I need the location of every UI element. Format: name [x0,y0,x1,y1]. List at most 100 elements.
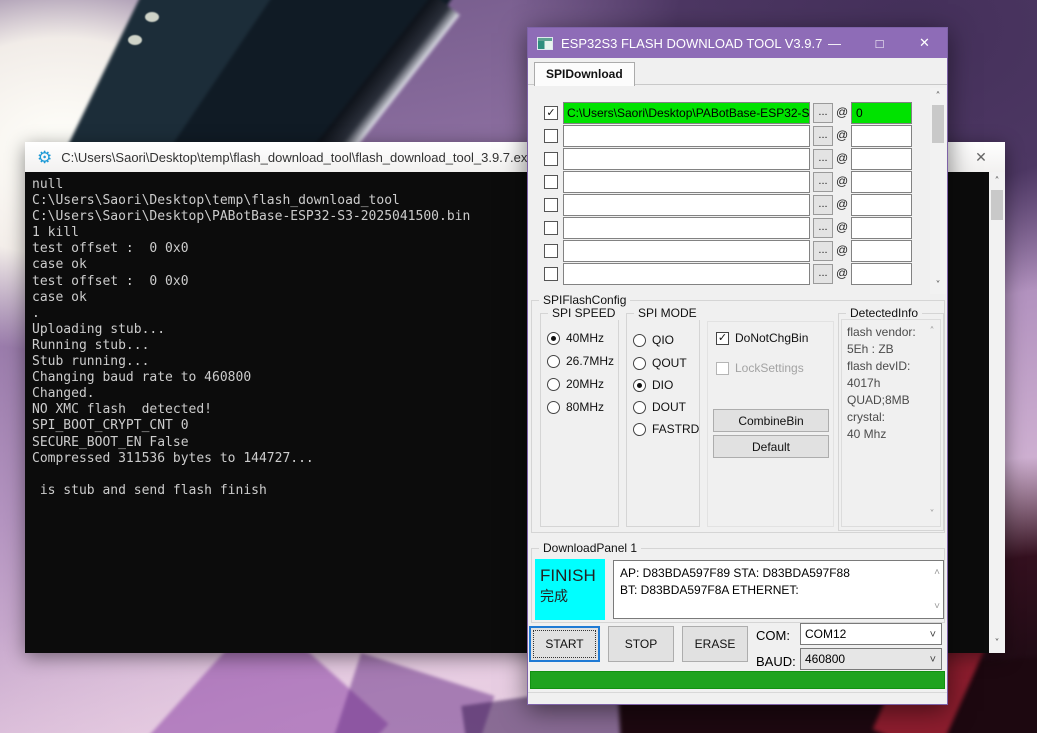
radio-label: QIO [652,333,674,347]
file-path-field[interactable] [563,240,810,262]
file-row-checkbox[interactable]: ✓ [544,106,558,120]
donotchgbin-checkbox[interactable]: ✓ DoNotChgBin [716,331,808,345]
spi-mode-label: SPI MODE [634,306,701,320]
radio-qout[interactable]: QOUT [633,356,687,370]
scroll-up-icon[interactable]: ˄ [930,89,946,104]
baud-label: BAUD: [756,654,796,669]
tab-spidownload[interactable]: SPIDownload [534,62,635,86]
browse-button[interactable]: ... [813,149,833,169]
at-label: @ [836,105,848,119]
file-row-checkbox[interactable]: ✓ [544,244,558,258]
scroll-up-icon[interactable]: ˄ [926,324,938,339]
detected-info-group: DetectedInfo flash vendor: 5Eh : ZB flas… [838,313,944,531]
erase-button[interactable]: ERASE [682,626,748,662]
scroll-up-icon[interactable]: ˄ [934,564,940,581]
radio-80mhz[interactable]: 80MHz [547,400,604,414]
file-row-checkbox[interactable]: ✓ [544,129,558,143]
browse-button[interactable]: ... [813,103,833,123]
radio-40mhz[interactable]: 40MHz [547,331,604,345]
radio-icon [633,423,646,436]
file-row-checkbox[interactable]: ✓ [544,152,558,166]
tab-strip: SPIDownload [528,59,947,85]
maximize-button[interactable]: □ [857,28,902,58]
radio-label: DIO [652,378,673,392]
at-label: @ [836,197,848,211]
radio-icon [547,378,560,391]
file-row-checkbox[interactable]: ✓ [544,267,558,281]
file-path-field[interactable] [563,194,810,216]
detected-line: flash devID: [847,358,938,375]
com-select[interactable]: COM12 ˅ [800,623,942,645]
browse-button[interactable]: ... [813,172,833,192]
baud-select[interactable]: 460800 ˅ [800,648,942,670]
at-label: @ [836,151,848,165]
offset-field[interactable] [851,263,912,285]
radio-20mhz[interactable]: 20MHz [547,377,604,391]
offset-field[interactable] [851,171,912,193]
file-path-field[interactable] [563,171,810,193]
detected-info-label: DetectedInfo [846,306,922,320]
radio-label: 40MHz [566,331,604,345]
detected-line: 5Eh : ZB [847,341,938,358]
file-path-field[interactable] [563,217,810,239]
scroll-up-icon[interactable]: ˄ [989,174,1005,189]
file-list-scrollbar[interactable]: ˄ ˅ [930,88,946,294]
radio-icon [633,379,646,392]
at-label: @ [836,220,848,234]
console-scrollbar[interactable]: ˄ ˅ [989,172,1005,653]
browse-button[interactable]: ... [813,218,833,238]
scroll-down-icon[interactable]: ˅ [926,507,938,522]
minimize-button[interactable]: — [812,28,857,58]
status-finish-box: FINISH 完成 [535,559,605,620]
locksettings-checkbox[interactable]: LockSettings [716,361,804,375]
offset-field[interactable] [851,125,912,147]
file-path-field[interactable] [563,148,810,170]
scroll-down-icon[interactable]: ˅ [989,636,1005,651]
file-path-field[interactable] [563,125,810,147]
file-row: ✓ ... @ [530,263,947,285]
status-finish-text: FINISH [540,566,605,586]
radio-dout[interactable]: DOUT [633,400,686,414]
close-button[interactable]: ✕ [902,28,947,58]
browse-button[interactable]: ... [813,126,833,146]
scrollbar-thumb[interactable] [932,105,944,143]
file-row: ✓ ... @ [530,148,947,170]
offset-field[interactable] [851,217,912,239]
offset-field[interactable]: 0 [851,102,912,124]
com-label: COM: [756,628,790,643]
mac-info-box[interactable]: AP: D83BDA597F89 STA: D83BDA597F88 BT: D… [613,560,944,619]
file-row-checkbox[interactable]: ✓ [544,175,558,189]
offset-field[interactable] [851,148,912,170]
radio-qio[interactable]: QIO [633,333,674,347]
radio-icon [547,355,560,368]
scroll-down-icon[interactable]: ˅ [930,278,946,293]
file-path-field[interactable]: C:\Users\Saori\Desktop\PABotBase-ESP32-S… [563,102,810,124]
scrollbar-thumb[interactable] [991,190,1003,220]
browse-button[interactable]: ... [813,195,833,215]
browse-button[interactable]: ... [813,264,833,284]
detected-line: 4017h [847,375,938,392]
tool-titlebar[interactable]: ESP32S3 FLASH DOWNLOAD TOOL V3.9.7 — □ ✕ [528,28,947,58]
console-title: C:\Users\Saori\Desktop\temp\flash_downlo… [61,150,534,165]
default-button[interactable]: Default [713,435,829,458]
console-close-button[interactable]: ✕ [965,142,997,172]
offset-field[interactable] [851,240,912,262]
radio-fastrd[interactable]: FASTRD [633,422,699,436]
radio-label: 26.7MHz [566,354,614,368]
combinebin-button[interactable]: CombineBin [713,409,829,432]
start-button[interactable]: START [529,626,600,662]
scroll-down-icon[interactable]: ˅ [934,598,940,615]
radio-26_7mhz[interactable]: 26.7MHz [547,354,614,368]
file-row: ✓ ... @ [530,217,947,239]
file-path-field[interactable] [563,263,810,285]
radio-dio[interactable]: DIO [633,378,673,392]
stop-button[interactable]: STOP [608,626,674,662]
browse-button[interactable]: ... [813,241,833,261]
file-row-checkbox[interactable]: ✓ [544,221,558,235]
offset-field[interactable] [851,194,912,216]
spi-speed-label: SPI SPEED [548,306,619,320]
radio-icon [547,401,560,414]
radio-label: 80MHz [566,400,604,414]
file-row-checkbox[interactable]: ✓ [544,198,558,212]
mac-line-ap-sta: AP: D83BDA597F89 STA: D83BDA597F88 [620,565,925,582]
